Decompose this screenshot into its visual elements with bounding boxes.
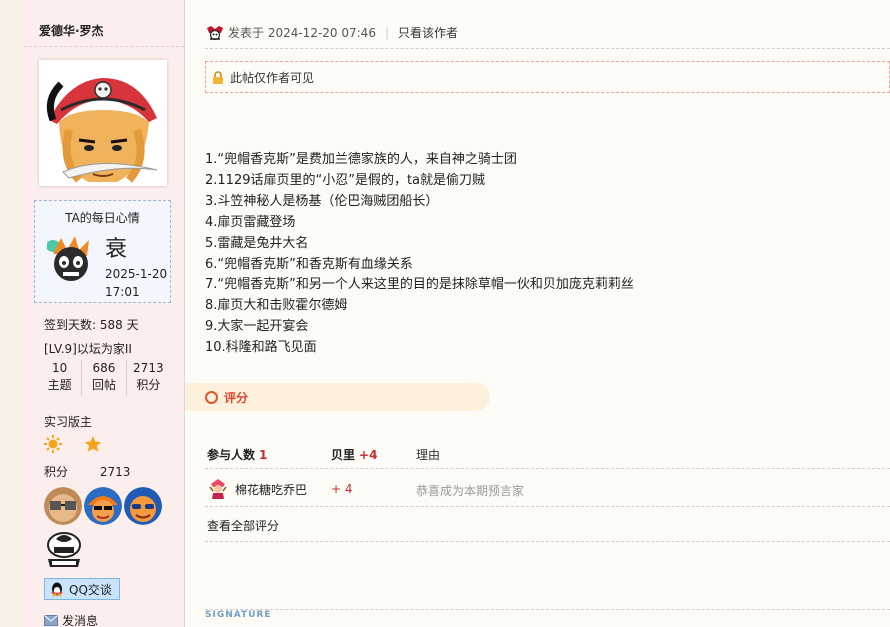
divider (205, 468, 890, 469)
post-content: 1.“兜帽香克斯”是费加兰德家族的人，来自神之骑士团 2.1129话扉页里的“小… (205, 150, 634, 359)
author-stats: 10 主题 686 回帖 2713 积分 (38, 360, 170, 396)
online-status-icon (207, 25, 223, 40)
star-icon (84, 436, 102, 452)
reason-header: 理由 (416, 448, 441, 462)
user-role[interactable]: 实习版主 (44, 413, 92, 430)
signature-label: SIGNATURE (205, 610, 272, 620)
stat-value: 2713 (133, 361, 164, 375)
post-line: 2.1129话扉页里的“小忍”是假的，ta就是偷刀贼 (205, 172, 486, 188)
currency-label: 贝里 (331, 448, 356, 462)
post-line: 1.“兜帽香克斯”是费加兰德家族的人，来自神之骑士团 (205, 152, 517, 167)
divider (205, 506, 890, 507)
mood-date-day: 2025-1-20 (105, 267, 168, 281)
mood-date-time: 17:01 (105, 285, 140, 299)
meta-separator: | (384, 25, 389, 40)
signin-days: 签到天数: 588 天 (44, 318, 139, 332)
currency-total: +4 (359, 448, 378, 462)
stat-topics[interactable]: 10 主题 (38, 360, 81, 396)
points-value: 2713 (99, 465, 131, 479)
moon-icon (72, 437, 79, 451)
mood-status: 衰 (105, 237, 128, 262)
mood-skull-icon (46, 234, 95, 284)
post-line: 4.扉页雷藏登场 (205, 214, 296, 230)
page-gutter (0, 0, 24, 627)
post-meta: 发表于 2024-12-20 07:46 | 只看该作者 (206, 24, 458, 41)
rating-score: + 4 (331, 482, 353, 496)
lock-icon (213, 70, 223, 84)
divider (205, 541, 890, 542)
post-line: 8.扉页大和击败霍尔德姆 (205, 298, 348, 314)
mood-date: 2025-1-20 17:01 (105, 265, 167, 301)
divider (205, 609, 890, 610)
stat-label: 回帖 (91, 378, 116, 392)
avatar[interactable] (39, 60, 167, 186)
rating-currency: 贝里 +4 (331, 446, 377, 463)
post-line: 10.科隆和路飞见面 (205, 340, 317, 356)
badge-orange-hat-icon[interactable] (84, 487, 122, 525)
qq-chat-button[interactable]: QQ交谈 (44, 578, 120, 600)
anniversary-8th-badge-icon[interactable] (44, 531, 84, 569)
level-medals (44, 435, 104, 456)
rating-reason: 恭喜成为本期预言家 (416, 484, 525, 498)
author-only-text: 此帖仅作者可见 (230, 70, 315, 85)
post-timestamp: 发表于 2024-12-20 07:46 (228, 26, 376, 40)
stat-label: 积分 (136, 378, 161, 392)
rating-user-name: 棉花糖吃乔巴 (235, 482, 308, 497)
divider (205, 48, 890, 49)
stat-value: 686 (92, 361, 116, 375)
rating-circle-icon (205, 390, 218, 404)
author-sidebar: 爱德华·罗杰 TA的每日心情 衰 2025-1-20 17:01 签到天数: 5… (24, 0, 185, 627)
stat-label: 主题 (47, 378, 72, 392)
rating-user[interactable]: 棉花糖吃乔巴 (207, 478, 307, 500)
post-line: 7.“兜帽香克斯”和另一个人来这里的目的是抹除草帽一伙和贝加庞克莉莉丝 (205, 277, 634, 293)
avatar-image-icon (39, 60, 167, 186)
view-all-ratings-link[interactable]: 查看全部评分 (207, 517, 279, 534)
post-line: 5.雷藏是兔井大名 (205, 235, 309, 251)
rating-title: 评分 (224, 390, 249, 405)
stat-points[interactable]: 2713 积分 (125, 360, 170, 396)
send-message-label: 发消息 (62, 614, 99, 627)
daily-mood-box: TA的每日心情 衰 2025-1-20 17:01 (34, 200, 171, 303)
user-avatar-icon (209, 479, 227, 499)
envelope-icon (44, 615, 58, 626)
qq-penguin-icon (51, 582, 63, 597)
post-line: 3.斗笠神秘人是杨基（伦巴海贼团船长） (205, 193, 439, 209)
post-main: 发表于 2024-12-20 07:46 | 只看该作者 此帖仅作者可见 1.“… (185, 0, 890, 627)
rating-section-header: 评分 (185, 383, 490, 411)
medal-badges (44, 487, 162, 525)
badge-glasses-icon[interactable] (44, 487, 82, 525)
author-points: 积分 2713 (44, 463, 130, 480)
participants-count: 1 (259, 448, 268, 462)
post-line: 6.“兜帽香克斯”和香克斯有血缘关系 (205, 256, 413, 272)
stat-value: 10 (52, 361, 68, 375)
stat-replies[interactable]: 686 回帖 (81, 360, 125, 396)
user-level[interactable]: [LV.9]以坛为家II (44, 340, 132, 357)
points-label: 积分 (44, 465, 69, 479)
mood-title: TA的每日心情 (65, 211, 140, 225)
participants-label: 参与人数 (207, 448, 256, 462)
sun-icon (44, 435, 62, 453)
badge-sunglasses-icon[interactable] (124, 487, 162, 525)
qq-chat-label: QQ交谈 (69, 582, 112, 597)
author-username[interactable]: 爱德华·罗杰 (39, 22, 104, 39)
author-only-notice: 此帖仅作者可见 (205, 61, 890, 93)
post-line: 9.大家一起开宴会 (205, 319, 309, 335)
send-message-link[interactable]: 发消息 (44, 612, 98, 627)
rating-participants: 参与人数 1 (207, 446, 267, 463)
only-author-link[interactable]: 只看该作者 (398, 24, 458, 41)
divider (24, 46, 184, 47)
